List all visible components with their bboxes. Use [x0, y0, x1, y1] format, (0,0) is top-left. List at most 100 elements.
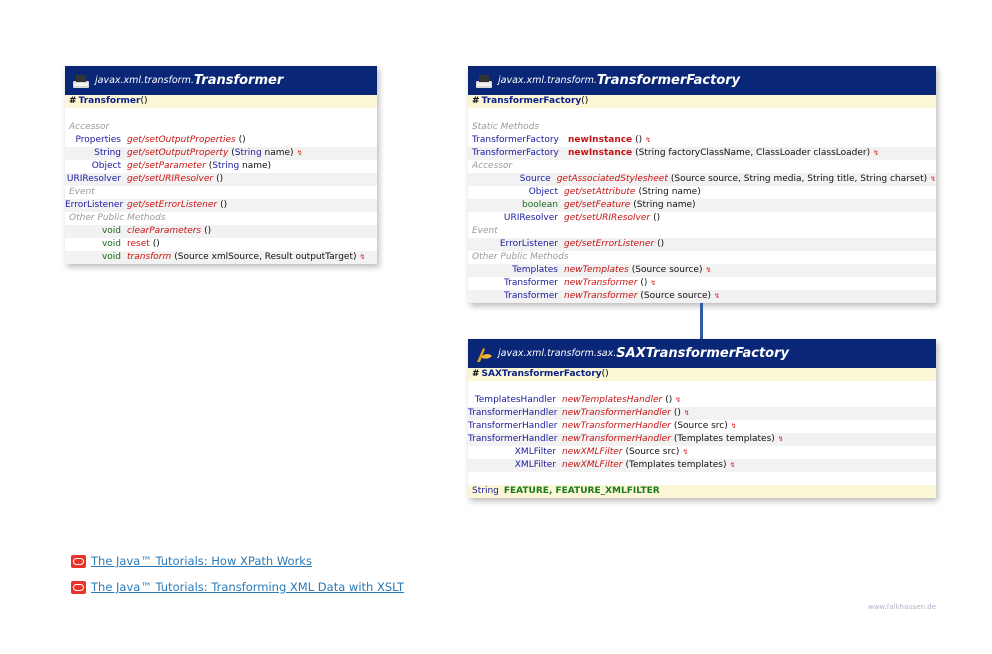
return-type[interactable]: ErrorListener: [65, 199, 127, 212]
method-row[interactable]: URIResolver get/setURIResolver (): [65, 173, 377, 186]
return-type[interactable]: Object: [468, 186, 564, 199]
method-name: get/setOutputProperties: [127, 135, 236, 145]
method-name[interactable]: newTransformerHandler: [562, 433, 671, 446]
method-name[interactable]: get/setAttribute: [564, 186, 635, 199]
throws-icon: ↯: [675, 396, 682, 404]
class-header: javax.xml.transform. TransformerFactory: [468, 66, 936, 95]
constructor-name[interactable]: SAXTransformerFactory: [482, 368, 602, 381]
method-row[interactable]: TransformerHandler newTransformerHandler …: [468, 407, 936, 420]
method-args: (Templates templates): [625, 460, 727, 470]
throws-icon: ↯: [682, 448, 689, 456]
method-name[interactable]: newInstance: [568, 134, 632, 147]
method-row[interactable]: TransformerHandler newTransformerHandler …: [468, 420, 936, 433]
return-type[interactable]: XMLFilter: [468, 459, 562, 472]
return-type[interactable]: Source: [468, 173, 557, 186]
method-row[interactable]: URIResolver get/setURIResolver (): [468, 212, 936, 225]
class-name[interactable]: TransformerFactory: [597, 74, 740, 87]
return-type[interactable]: TransformerFactory: [468, 134, 568, 147]
section-label: Event: [69, 187, 95, 197]
method-name[interactable]: getAssociatedStylesheet: [557, 173, 668, 186]
return-type[interactable]: Transformer: [468, 277, 564, 290]
return-type[interactable]: String: [65, 147, 127, 160]
field-type[interactable]: String: [472, 485, 499, 498]
method-args: (): [640, 278, 648, 288]
class-name[interactable]: SAXTransformerFactory: [616, 347, 789, 360]
return-type[interactable]: Properties: [65, 134, 127, 147]
tutorial-link-xslt[interactable]: The Java™ Tutorials: Transforming XML Da…: [71, 580, 404, 594]
method-name[interactable]: get/setFeature: [564, 199, 630, 212]
throws-icon: ↯: [296, 149, 303, 157]
constructor-row[interactable]: # TransformerFactory (): [468, 95, 936, 108]
return-type[interactable]: TransformerHandler: [468, 433, 562, 446]
method-args: (Source source, String media, String tit…: [670, 174, 928, 184]
method-args: (): [216, 174, 224, 184]
method-name[interactable]: newTemplatesHandler: [562, 394, 662, 407]
method-row[interactable]: Properties get/setOutputProperties (): [65, 134, 377, 147]
protected-marker: #: [472, 96, 480, 106]
protected-marker: #: [472, 369, 480, 379]
method-name[interactable]: clearParameters: [127, 225, 201, 238]
method-name[interactable]: get/setErrorListener: [564, 238, 654, 251]
method-row[interactable]: ErrorListener get/setErrorListener (): [468, 238, 936, 251]
method-args: (): [152, 239, 160, 249]
return-type[interactable]: TemplatesHandler: [468, 394, 562, 407]
link-text[interactable]: The Java™ Tutorials: Transforming XML Da…: [91, 580, 404, 594]
return-type[interactable]: TransformerHandler: [468, 407, 562, 420]
return-type[interactable]: ErrorListener: [468, 238, 564, 251]
return-type[interactable]: XMLFilter: [468, 446, 562, 459]
section-label: Other Public Methods: [69, 213, 166, 223]
method-row[interactable]: Object get/setAttribute (String name): [468, 186, 936, 199]
method-row[interactable]: XMLFilter newXMLFilter (Source src) ↯: [468, 446, 936, 459]
method-row[interactable]: TransformerHandler newTransformerHandler …: [468, 433, 936, 446]
method-row[interactable]: Object get/setParameter (String name): [65, 160, 377, 173]
return-type[interactable]: URIResolver: [65, 173, 127, 186]
method-name[interactable]: reset: [127, 238, 150, 251]
method-name[interactable]: transform: [127, 251, 171, 264]
method-row[interactable]: XMLFilter newXMLFilter (Templates templat…: [468, 459, 936, 472]
footer-credit[interactable]: www.falkhausen.de: [868, 603, 936, 611]
return-type[interactable]: URIResolver: [468, 212, 564, 225]
method-name[interactable]: newXMLFilter: [562, 459, 623, 472]
method-row[interactable]: Transformer newTransformer () ↯: [468, 277, 936, 290]
method-args: (Source source): [631, 265, 703, 275]
throws-icon: ↯: [729, 461, 736, 469]
constructor-name[interactable]: TransformerFactory: [482, 95, 582, 108]
return-type[interactable]: TransformerFactory: [468, 147, 568, 160]
method-row[interactable]: void clearParameters (): [65, 225, 377, 238]
method-row[interactable]: String get/setOutputProperty (String name…: [65, 147, 377, 160]
method-name[interactable]: get/setURIResolver: [564, 212, 650, 225]
method-name[interactable]: newTemplates: [564, 264, 629, 277]
class-name[interactable]: Transformer: [194, 74, 283, 87]
method-args: (): [204, 226, 212, 236]
field-names: FEATURE, FEATURE_XMLFILTER: [503, 486, 660, 496]
method-row[interactable]: boolean get/setFeature (String name): [468, 199, 936, 212]
method-row[interactable]: Transformer newTransformer (Source source…: [468, 290, 936, 303]
return-type[interactable]: Object: [65, 160, 127, 173]
method-args: (String factoryClassName, ClassLoader cl…: [635, 148, 871, 158]
method-row[interactable]: ErrorListener get/setErrorListener (): [65, 199, 377, 212]
constructor-name[interactable]: Transformer: [79, 95, 141, 108]
return-type[interactable]: Transformer: [468, 290, 564, 303]
throws-icon: ↯: [650, 279, 657, 287]
method-name[interactable]: newInstance: [568, 147, 632, 160]
method-row[interactable]: Templates newTemplates (Source source) ↯: [468, 264, 936, 277]
method-name[interactable]: newTransformer: [564, 290, 637, 303]
method-row[interactable]: void reset (): [65, 238, 377, 251]
link-text[interactable]: The Java™ Tutorials: How XPath Works: [91, 554, 312, 568]
method-row[interactable]: TemplatesHandler newTemplatesHandler () ↯: [468, 394, 936, 407]
field-row[interactable]: String FEATURE, FEATURE_XMLFILTER: [468, 485, 936, 498]
method-name[interactable]: newTransformerHandler: [562, 420, 671, 433]
constructor-row[interactable]: # Transformer (): [65, 95, 377, 108]
method-row[interactable]: void transform (Source xmlSource, Result …: [65, 251, 377, 264]
return-type[interactable]: TransformerHandler: [468, 420, 562, 433]
return-type[interactable]: Templates: [468, 264, 564, 277]
method-name[interactable]: newTransformer: [564, 277, 637, 290]
constructor-row[interactable]: # SAXTransformerFactory (): [468, 368, 936, 381]
method-name[interactable]: newTransformerHandler: [562, 407, 671, 420]
tutorial-link-xpath[interactable]: The Java™ Tutorials: How XPath Works: [71, 554, 312, 568]
method-row[interactable]: Source getAssociatedStylesheet (Source so…: [468, 173, 936, 186]
method-row[interactable]: TransformerFactory newInstance (String fa…: [468, 147, 936, 160]
method-args: (Templates templates): [673, 434, 775, 444]
method-row[interactable]: TransformerFactory newInstance () ↯: [468, 134, 936, 147]
method-name[interactable]: newXMLFilter: [562, 446, 623, 459]
